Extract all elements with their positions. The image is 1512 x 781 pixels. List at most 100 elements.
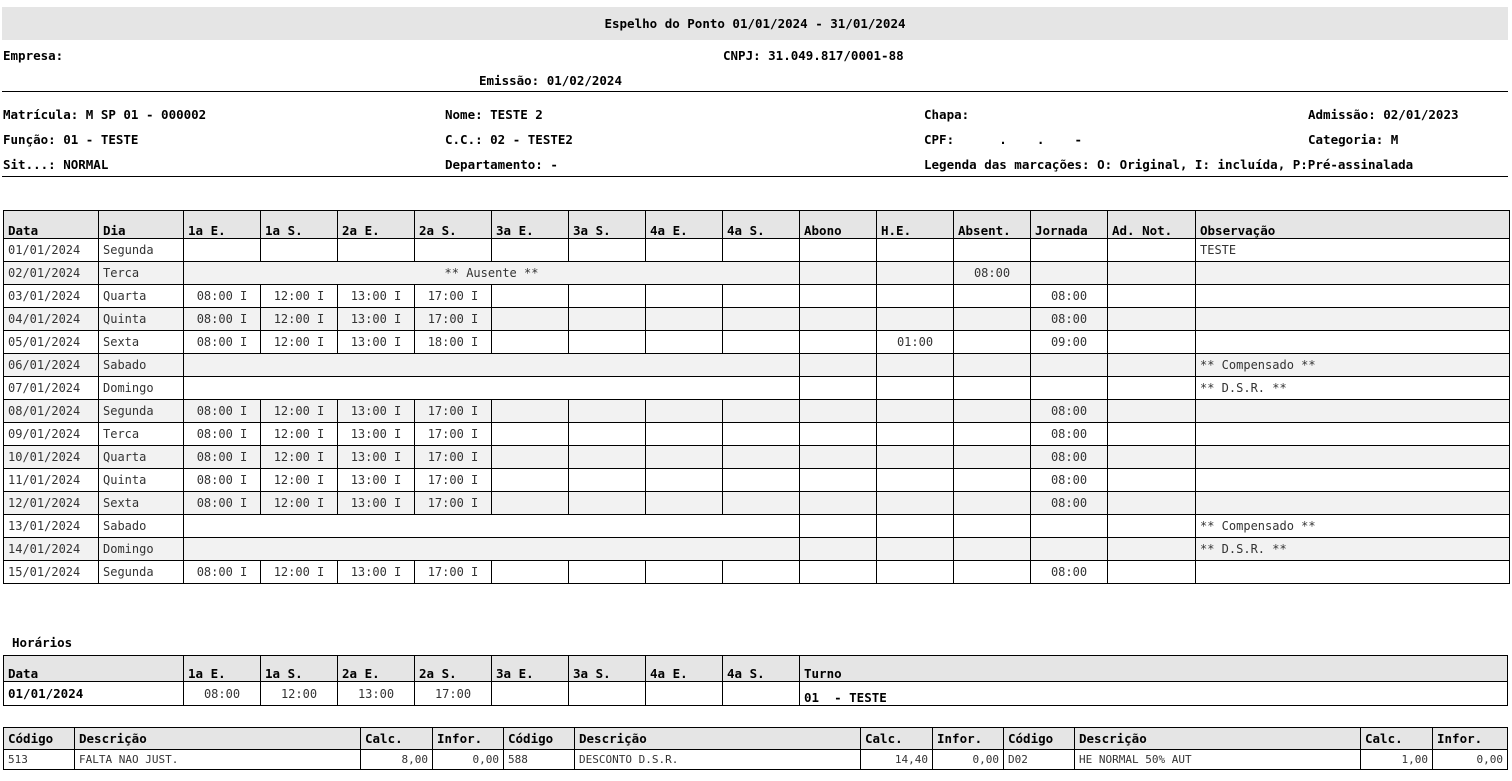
cell-adnot (1107, 445, 1196, 469)
cell-observacao: ** D.S.R. ** (1195, 537, 1510, 561)
cell-mark (568, 560, 646, 584)
cell-adnot (1107, 560, 1196, 584)
table-row: 03/01/2024 Quarta 08:00 I 12:00 I 13:00 I 17:… (3, 284, 1510, 308)
cell-date: 03/01/2024 (3, 284, 99, 308)
table-row: 02/01/2024 Terca ** Ausente ** 08:00 (3, 261, 1510, 285)
cell-mark: 17:00 I (414, 284, 492, 308)
horario-time (568, 681, 646, 706)
cpf: CPF: . . - (924, 132, 1083, 147)
cell-weekday: Domingo (98, 376, 184, 400)
cell-abono (799, 422, 877, 446)
cell-mark: 13:00 I (337, 560, 415, 584)
cell-mark: 12:00 I (260, 307, 338, 331)
cell-mark: 18:00 I (414, 330, 492, 354)
cell-mark: 17:00 I (414, 491, 492, 515)
cell-jornada: 08:00 (1030, 468, 1108, 492)
table-row: 14/01/2024 Domingo ** D.S.R. ** (3, 537, 1510, 561)
cell-jornada (1030, 376, 1108, 400)
cell-weekday: Segunda (98, 399, 184, 423)
cell-date: 05/01/2024 (3, 330, 99, 354)
cell-mark (568, 468, 646, 492)
table-row: 13/01/2024 Sabado ** Compensado ** (3, 514, 1510, 538)
cell-absent (953, 353, 1031, 377)
nome: Nome: TESTE 2 (445, 107, 543, 122)
column-header: Dia (98, 210, 184, 239)
column-header: Turno (799, 655, 1508, 682)
cell-mark (645, 238, 723, 262)
chapa: Chapa: (924, 107, 970, 122)
cell-mark: 13:00 I (337, 468, 415, 492)
report-title-text: Espelho do Ponto 01/01/2024 - 31/01/2024 (604, 16, 906, 31)
cell-abono (799, 537, 877, 561)
cell-adnot (1107, 353, 1196, 377)
empresa-label: Empresa: (3, 48, 64, 63)
event-calc: 14,40 (860, 749, 933, 770)
cell-date: 10/01/2024 (3, 445, 99, 469)
cell-mark: 13:00 I (337, 399, 415, 423)
column-header: 2a S. (414, 655, 492, 682)
admissao: Admissão: 02/01/2023 (1308, 107, 1459, 122)
cell-mark (260, 238, 338, 262)
column-header: Abono (799, 210, 877, 239)
cell-mark (645, 330, 723, 354)
table-row: 06/01/2024 Sabado ** Compensado ** (3, 353, 1510, 377)
cell-mark (645, 560, 723, 584)
column-header: 1a E. (183, 655, 261, 682)
column-header: 3a S. (568, 210, 646, 239)
categoria: Categoria: M (1308, 132, 1399, 147)
cell-mark: 17:00 I (414, 307, 492, 331)
cell-mark (722, 307, 800, 331)
cell-date: 01/01/2024 (3, 238, 99, 262)
cell-absent (953, 514, 1031, 538)
cell-he (876, 514, 954, 538)
event-calc: 8,00 (360, 749, 433, 770)
cell-mark: 12:00 I (260, 491, 338, 515)
situacao: Sit...: NORMAL (3, 157, 109, 172)
cell-abono (799, 514, 877, 538)
cell-mark (183, 238, 261, 262)
cell-mark (722, 399, 800, 423)
event-infor: 0,00 (432, 749, 504, 770)
cell-mark: 17:00 I (414, 422, 492, 446)
cell-mark: 13:00 I (337, 422, 415, 446)
cell-date: 04/01/2024 (3, 307, 99, 331)
table-row: 01/01/2024 Segunda TESTE (3, 238, 1510, 262)
event-calc: 1,00 (1360, 749, 1433, 770)
cell-mark: 12:00 I (260, 399, 338, 423)
table-row: 10/01/2024 Quarta 08:00 I 12:00 I 13:00 I 17:… (3, 445, 1510, 469)
cell-jornada: 08:00 (1030, 307, 1108, 331)
horarios-label: Horários (12, 635, 73, 650)
column-header: 3a E. (491, 655, 569, 682)
cell-mark (568, 307, 646, 331)
cell-mark (491, 307, 569, 331)
cell-absent (953, 399, 1031, 423)
cell-mark (645, 445, 723, 469)
cell-he (876, 491, 954, 515)
cell-mark (491, 238, 569, 262)
cell-mark: 12:00 I (260, 330, 338, 354)
event-description: FALTA NAO JUST. (74, 749, 361, 770)
cell-adnot (1107, 491, 1196, 515)
column-header: Jornada (1030, 210, 1108, 239)
cell-he (876, 468, 954, 492)
cell-observacao (1195, 399, 1510, 423)
cell-mark: 17:00 I (414, 560, 492, 584)
cell-weekday: Terca (98, 261, 184, 285)
cell-mark (722, 560, 800, 584)
departamento: Departamento: - (445, 157, 558, 172)
column-header: 2a E. (337, 210, 415, 239)
event-description: DESCONTO D.S.R. (574, 749, 861, 770)
cell-date: 12/01/2024 (3, 491, 99, 515)
horario-time: 12:00 (260, 681, 338, 706)
cell-weekday: Terca (98, 422, 184, 446)
cell-jornada: 08:00 (1030, 491, 1108, 515)
table-row: 04/01/2024 Quinta 08:00 I 12:00 I 13:00 I 17:… (3, 307, 1510, 331)
funcao: Função: 01 - TESTE (3, 132, 139, 147)
column-header: 4a S. (722, 655, 800, 682)
table-row: 12/01/2024 Sexta 08:00 I 12:00 I 13:00 I 17:0… (3, 491, 1510, 515)
cell-he (876, 445, 954, 469)
column-header: 4a E. (645, 210, 723, 239)
cell-mark (337, 238, 415, 262)
cell-mark: 08:00 I (183, 560, 261, 584)
cell-mark: 12:00 I (260, 422, 338, 446)
